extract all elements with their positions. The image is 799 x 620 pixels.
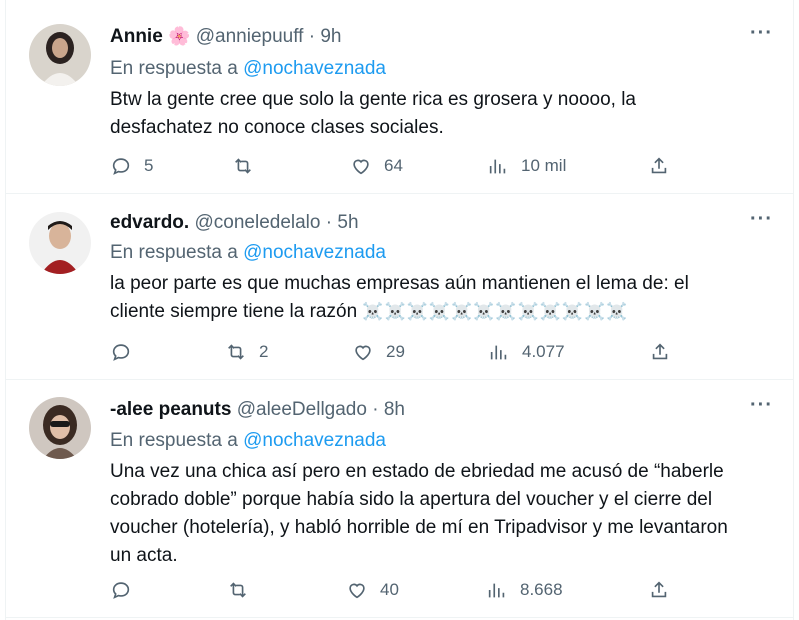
separator-dot: ·: [372, 399, 379, 420]
display-name[interactable]: Annie: [110, 26, 163, 47]
tweet-text: la peor parte es que muchas empresas aún…: [110, 270, 750, 326]
like-button[interactable]: 40: [346, 577, 399, 603]
like-count: 29: [386, 342, 405, 361]
reply-icon: [112, 344, 130, 361]
flower-emoji: 🌸: [168, 26, 191, 46]
views-chart-icon: [488, 583, 505, 598]
tweet-text: Una vez una chica así pero en estado de …: [110, 458, 750, 570]
action-bar: 5 64 10 mil: [110, 153, 680, 179]
reply-button[interactable]: [110, 577, 144, 603]
like-button[interactable]: 64: [350, 153, 403, 179]
view-count: 4.077: [522, 342, 565, 361]
share-button[interactable]: [648, 577, 670, 603]
views-chart-icon: [490, 345, 507, 360]
separator-dot: ·: [325, 212, 333, 233]
heart-icon: [355, 345, 371, 361]
share-icon: [652, 343, 668, 360]
tweet-text: Btw la gente cree que solo la gente rica…: [110, 86, 750, 142]
timestamp[interactable]: 9h: [320, 26, 341, 47]
reply-context: En respuesta a @nochaveznada: [110, 242, 386, 264]
view-count: 8.668: [520, 580, 563, 599]
reply-prefix: En respuesta a: [110, 430, 238, 451]
retweet-icon: [228, 344, 244, 360]
action-bar: 40 8.668: [110, 577, 680, 603]
avatar[interactable]: [29, 24, 91, 86]
more-dots-icon[interactable]: ···: [750, 208, 773, 231]
like-count: 40: [380, 580, 399, 599]
avatar[interactable]: [29, 212, 91, 274]
like-button[interactable]: 29: [352, 339, 405, 365]
skull-crossbones-emoji: ☠️☠️☠️☠️☠️☠️☠️☠️☠️☠️☠️☠️: [362, 302, 629, 321]
reply-count: 5: [144, 156, 154, 175]
display-name[interactable]: edvardo.: [110, 212, 189, 233]
retweet-button[interactable]: [232, 153, 266, 179]
tweet-text-line: desfachatez no conoce clases sociales.: [110, 117, 444, 138]
reply-prefix: En respuesta a: [110, 242, 238, 263]
more-dots-icon[interactable]: ···: [750, 394, 773, 417]
views-button[interactable]: 4.077: [488, 339, 565, 365]
reply-icon: [112, 158, 130, 175]
retweet-button[interactable]: [227, 577, 261, 603]
reply-mention-link[interactable]: @nochaveznada: [243, 242, 386, 263]
tweet-text-line: Btw la gente cree que solo la gente rica…: [110, 89, 636, 110]
tweet-text-line: la peor parte es que muchas empresas aún…: [110, 273, 689, 294]
replies-feed: Annie 🌸 @anniepuuff · 9h ··· En respuest…: [5, 0, 794, 620]
tweet-edvardo[interactable]: edvardo. @coneledelalo · 5h ··· En respu…: [6, 194, 793, 380]
user-handle[interactable]: @aleeDellgado: [237, 399, 367, 420]
views-button[interactable]: 10 mil: [487, 153, 566, 179]
reply-button[interactable]: [110, 339, 144, 365]
retweet-icon: [235, 158, 251, 174]
retweet-button[interactable]: 2: [225, 339, 268, 365]
tweet-annie[interactable]: Annie 🌸 @anniepuuff · 9h ··· En respuest…: [6, 0, 793, 194]
tweet-text-segment: cliente siempre tiene la razón: [110, 301, 358, 322]
more-dots-icon[interactable]: ···: [750, 22, 773, 45]
retweet-icon: [230, 582, 246, 598]
timestamp[interactable]: 8h: [384, 399, 405, 420]
user-handle[interactable]: @anniepuuff: [196, 26, 304, 47]
like-count: 64: [384, 156, 403, 175]
reply-context: En respuesta a @nochaveznada: [110, 58, 386, 80]
heart-icon: [349, 583, 365, 599]
reply-mention-link[interactable]: @nochaveznada: [243, 430, 386, 451]
action-bar: 2 29 4.077: [110, 339, 680, 365]
share-button[interactable]: [648, 153, 670, 179]
avatar[interactable]: [29, 397, 91, 459]
timestamp[interactable]: 5h: [337, 212, 358, 233]
retweet-count: 2: [259, 342, 269, 361]
tweet-text-line: Una vez una chica así pero en estado de …: [110, 461, 724, 482]
view-count: 10 mil: [521, 156, 567, 175]
heart-icon: [353, 159, 369, 175]
reply-context: En respuesta a @nochaveznada: [110, 430, 386, 452]
tweet-alee[interactable]: -alee peanuts @aleeDellgado · 8h ··· En …: [6, 380, 793, 618]
share-button[interactable]: [649, 339, 671, 365]
display-name[interactable]: -alee peanuts: [110, 399, 231, 420]
separator-dot: ·: [308, 26, 316, 47]
reply-prefix: En respuesta a: [110, 58, 238, 79]
reply-icon: [112, 582, 130, 599]
tweet-text-line: un acta.: [110, 545, 178, 566]
reply-mention-link[interactable]: @nochaveznada: [243, 58, 386, 79]
reply-button[interactable]: 5: [110, 153, 153, 179]
share-icon: [651, 157, 667, 174]
tweet-text-line: cobrado doble” porque había sido la aper…: [110, 489, 713, 510]
views-chart-icon: [489, 159, 506, 174]
share-icon: [651, 581, 667, 598]
user-handle[interactable]: @coneledelalo: [194, 212, 320, 233]
tweet-text-line-with-emoji: cliente siempre tiene la razón ☠️☠️☠️☠️☠…: [110, 298, 750, 326]
tweet-text-line: voucher (hotelería), y habló horrible de…: [110, 517, 728, 538]
views-button[interactable]: 8.668: [486, 577, 563, 603]
